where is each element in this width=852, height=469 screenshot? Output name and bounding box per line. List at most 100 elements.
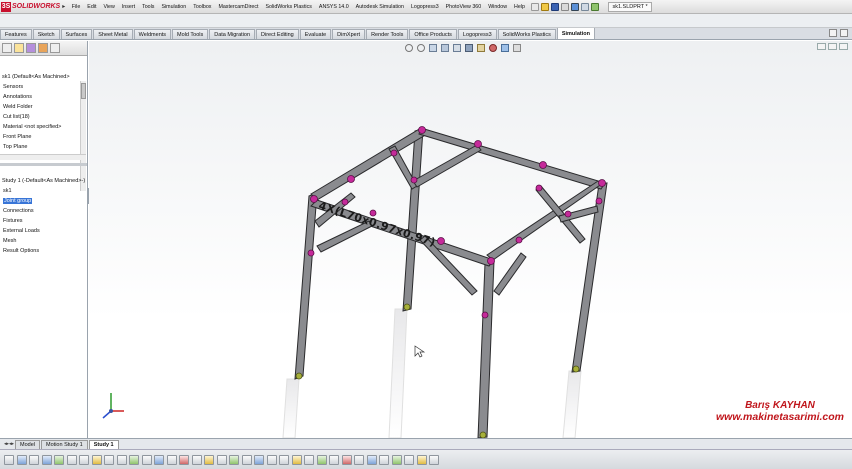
pattern-icon[interactable]	[266, 454, 277, 465]
tab-model[interactable]: Model	[15, 440, 41, 449]
zoom-icon[interactable]	[4, 454, 14, 465]
fillet-icon[interactable]	[129, 454, 139, 465]
tab-evaluate[interactable]: Evaluate	[299, 29, 332, 39]
display-tab-icon[interactable]	[50, 43, 60, 53]
line-icon[interactable]	[66, 454, 77, 465]
tree-item-annotations[interactable]: Annotations	[0, 92, 87, 102]
rectangle-icon[interactable]	[79, 454, 89, 465]
revolve-icon[interactable]	[216, 454, 227, 465]
tree-item-front-plane[interactable]: Front Plane	[0, 132, 87, 142]
report-icon[interactable]	[416, 454, 427, 465]
run-study-icon[interactable]	[391, 454, 402, 465]
menu-window[interactable]: Window	[485, 0, 511, 13]
open-folder-icon[interactable]	[541, 2, 550, 11]
menu-simulation[interactable]: Simulation	[158, 0, 190, 13]
configuration-tab-icon[interactable]	[26, 43, 36, 53]
tab-motion-study-1[interactable]: Motion Study 1	[41, 440, 88, 449]
menu-view[interactable]: View	[100, 0, 118, 13]
sweep-icon[interactable]	[229, 454, 239, 465]
measure-icon[interactable]	[354, 454, 364, 465]
tree-item-connections[interactable]: Connections	[0, 206, 88, 216]
tab-scroll-arrows-icon[interactable]: ◂▸◂▸	[4, 441, 14, 447]
menu-autodesk-simulation[interactable]: Autodesk Simulation	[352, 0, 407, 13]
gusset-icon[interactable]	[316, 454, 327, 465]
offset-icon[interactable]	[166, 454, 177, 465]
undo-icon[interactable]	[571, 2, 580, 11]
menu-edit[interactable]: Edit	[84, 0, 100, 13]
results-icon[interactable]	[404, 454, 414, 465]
tab-surfaces[interactable]: Surfaces	[60, 29, 93, 39]
graphics-area[interactable]: 4X(L70x0.97x0.97) Barış KAYHAN www.makin…	[89, 41, 852, 438]
menu-solidworks-plastics[interactable]: SolidWorks Plastics	[262, 0, 315, 13]
mirror-icon[interactable]	[154, 454, 164, 465]
tab-dimxpert[interactable]: DimXpert	[332, 29, 366, 39]
property-manager-tab-icon[interactable]	[14, 43, 24, 53]
relations-icon[interactable]	[179, 454, 189, 465]
close-document-icon[interactable]	[840, 29, 848, 37]
tree-part-root[interactable]: sk1 (Default<As Machined>	[0, 72, 87, 82]
tab-office-products[interactable]: Office Products	[409, 29, 457, 39]
options-icon[interactable]	[429, 454, 439, 465]
tab-simulation[interactable]: Simulation	[556, 28, 595, 39]
tab-study-1[interactable]: Study 1	[88, 440, 119, 449]
loft-icon[interactable]	[241, 454, 252, 465]
tab-logopress3[interactable]: Logopress3	[457, 29, 497, 39]
tab-mold-tools[interactable]: Mold Tools	[172, 29, 209, 39]
tab-data-migration[interactable]: Data Migration	[209, 29, 256, 39]
frame-model-view[interactable]	[89, 41, 852, 438]
tree-item-top-plane[interactable]: Top Plane	[0, 142, 87, 152]
tree-item-joint-group[interactable]: Joint group	[0, 196, 88, 206]
tab-features[interactable]: Features	[0, 29, 32, 39]
tree-item-cut-list[interactable]: Cut list(18)	[0, 112, 87, 122]
tab-solidworks-plastics[interactable]: SolidWorks Plastics	[497, 29, 556, 39]
menu-help[interactable]: Help	[511, 0, 529, 13]
dimxpert-tab-icon[interactable]	[38, 43, 48, 53]
structural-member-icon[interactable]	[304, 454, 314, 465]
tab-direct-editing[interactable]: Direct Editing	[256, 29, 299, 39]
tree-item-result-options[interactable]: Result Options	[0, 246, 88, 256]
menu-insert[interactable]: Insert	[118, 0, 138, 13]
tree-item-sensors[interactable]: Sensors	[0, 82, 87, 92]
tree-item-sk1[interactable]: sk1	[0, 186, 88, 196]
arc-icon[interactable]	[104, 454, 114, 465]
standard-views-icon[interactable]	[41, 454, 52, 465]
panel-splitter[interactable]	[0, 163, 87, 166]
sketch-icon[interactable]	[54, 454, 64, 465]
section-icon[interactable]	[379, 454, 389, 465]
tab-sketch[interactable]: Sketch	[32, 29, 60, 39]
print-icon[interactable]	[561, 2, 570, 11]
mass-properties-icon[interactable]	[366, 454, 377, 465]
menu-mastercamdirect[interactable]: MastercamDirect	[215, 0, 262, 13]
tree-item-mesh[interactable]: Mesh	[0, 236, 88, 246]
feature-tree-scrollbar[interactable]	[80, 81, 86, 191]
reference-geometry-icon[interactable]	[279, 454, 289, 465]
trim-icon[interactable]	[141, 454, 152, 465]
shell-icon[interactable]	[254, 454, 264, 465]
tree-study-root[interactable]: Study 1 (-Default<As Machined>-)	[0, 176, 88, 186]
menu-logopress3[interactable]: Logopress3	[407, 0, 442, 13]
save-icon[interactable]	[551, 2, 560, 11]
tab-sheet-metal[interactable]: Sheet Metal	[93, 29, 133, 39]
rebuild-icon[interactable]	[591, 2, 600, 11]
circle-icon[interactable]	[91, 454, 102, 465]
dimension-icon[interactable]	[191, 454, 202, 465]
tree-item-material[interactable]: Material <not specified>	[0, 122, 87, 132]
new-document-icon[interactable]	[531, 2, 540, 11]
solidworks-logo[interactable]: 3S SOLIDWORKS ▸	[0, 0, 68, 13]
extrude-icon[interactable]	[204, 454, 214, 465]
scrollbar-thumb[interactable]	[81, 83, 86, 99]
menu-toolbox[interactable]: Toolbox	[190, 0, 215, 13]
feature-tree-tab-icon[interactable]	[2, 43, 12, 53]
weldment-icon[interactable]	[291, 454, 302, 465]
tree-item-external-loads[interactable]: External Loads	[0, 226, 88, 236]
logo-arrow-icon[interactable]: ▸	[62, 3, 65, 10]
weld-bead-icon[interactable]	[341, 454, 352, 465]
restore-icon[interactable]	[829, 29, 837, 37]
end-cap-icon[interactable]	[329, 454, 339, 465]
select-icon[interactable]	[581, 2, 590, 11]
feature-tree-hscrollbar[interactable]	[0, 154, 86, 160]
spline-icon[interactable]	[116, 454, 127, 465]
rotate-icon[interactable]	[16, 454, 27, 465]
menu-tools[interactable]: Tools	[139, 0, 158, 13]
menu-photoview[interactable]: PhotoView 360	[442, 0, 485, 13]
